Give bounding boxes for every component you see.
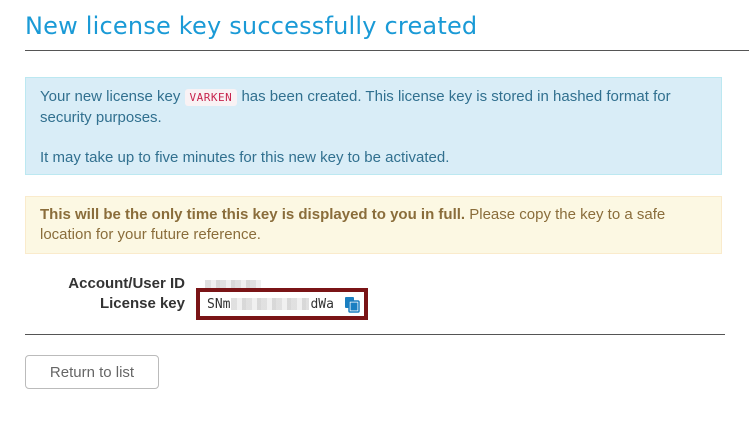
license-key-value[interactable]: SNm dWa bbox=[207, 297, 334, 312]
key-suffix: dWa bbox=[310, 296, 334, 312]
info-alert: Your new license key VARKEN has been cre… bbox=[25, 77, 722, 175]
return-to-list-button[interactable]: Return to list bbox=[25, 355, 159, 389]
key-prefix: SNm bbox=[207, 296, 231, 312]
bottom-divider bbox=[25, 334, 725, 335]
title-divider bbox=[25, 50, 749, 51]
redacted-key-middle bbox=[231, 298, 310, 310]
license-key-highlight: SNm dWa bbox=[196, 288, 368, 320]
warning-bold-text: This will be the only time this key is d… bbox=[40, 206, 466, 223]
page-title: New license key successfully created bbox=[25, 12, 478, 40]
account-label: Account/User ID bbox=[68, 275, 185, 292]
key-name-code: VARKEN bbox=[184, 89, 238, 106]
info-text-before: Your new license key bbox=[40, 88, 185, 105]
warning-alert: This will be the only time this key is d… bbox=[25, 196, 722, 254]
clipboard-copy-icon[interactable] bbox=[344, 296, 360, 313]
activation-note: It may take up to five minutes for this … bbox=[40, 149, 450, 166]
license-label: License key bbox=[99, 295, 185, 312]
info-message: Your new license key VARKEN has been cre… bbox=[40, 87, 707, 128]
